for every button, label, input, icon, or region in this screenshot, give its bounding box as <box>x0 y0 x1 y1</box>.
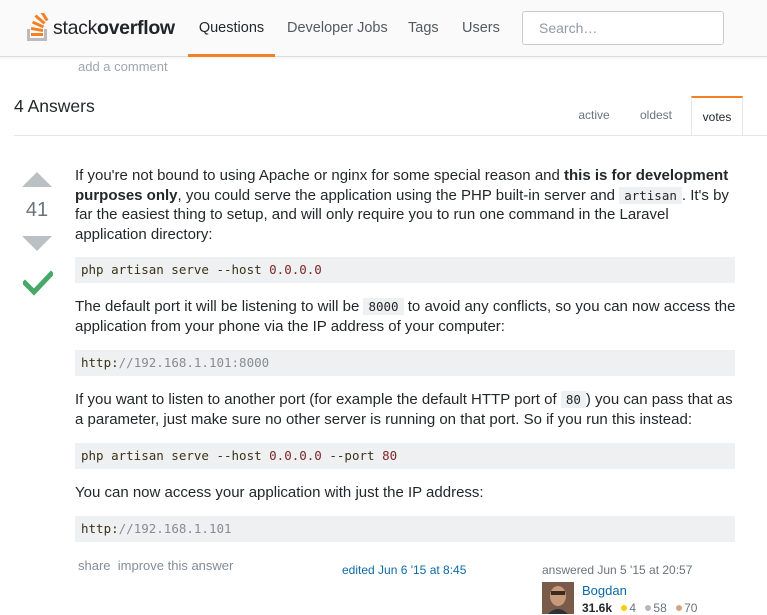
nav-questions[interactable]: Questions <box>188 0 275 57</box>
answer-paragraph-4: You can now access your application with… <box>75 484 484 501</box>
user-reputation: 31.6k 4 58 70 <box>582 601 698 615</box>
avatar[interactable] <box>542 582 574 614</box>
top-bar: stackoverflow Questions Developer Jobs T… <box>0 0 767 57</box>
tab-oldest[interactable]: oldest <box>628 96 684 135</box>
inline-code-80: 80 <box>560 391 586 408</box>
stackoverflow-logo-icon <box>27 13 49 41</box>
answered-timestamp: answered Jun 5 '15 at 20:57 <box>542 563 693 577</box>
header-divider <box>14 135 767 136</box>
vote-up-button[interactable] <box>22 172 52 187</box>
code-block-serve: php artisan serve --host 0.0.0.0 <box>75 257 735 283</box>
share-link[interactable]: share <box>78 558 111 573</box>
code-block-serve-port: php artisan serve --host 0.0.0.0 --port … <box>75 443 735 469</box>
user-name-link[interactable]: Bogdan <box>582 583 627 598</box>
answer-paragraph-3: If you want to listen to another port (f… <box>75 391 733 428</box>
site-logo[interactable]: stackoverflow <box>25 12 175 44</box>
answer-paragraph-2: The default port it will be listening to… <box>75 298 736 335</box>
user-avatar-icon <box>542 582 574 614</box>
edited-timestamp-link[interactable]: edited Jun 6 '15 at 8:45 <box>342 563 466 577</box>
code-block-url: http://192.168.1.101:8000 <box>75 350 735 376</box>
search-input[interactable] <box>522 11 724 45</box>
vote-down-button[interactable] <box>22 236 52 251</box>
tab-votes[interactable]: votes <box>691 96 743 136</box>
add-comment-link[interactable]: add a comment <box>78 59 168 74</box>
tab-active[interactable]: active <box>566 96 622 135</box>
post-menu: share improve this answer <box>78 558 233 573</box>
answers-count-heading: 4 Answers <box>14 96 95 116</box>
improve-answer-link[interactable]: improve this answer <box>118 558 234 573</box>
vote-count: 41 <box>25 199 49 221</box>
answer-paragraph-1: If you're not bound to using Apache or n… <box>75 167 729 243</box>
inline-code-artisan: artisan <box>619 186 682 204</box>
nav-developer-jobs[interactable]: Developer Jobs <box>287 0 388 56</box>
code-block-ip: http://192.168.1.101 <box>75 516 735 542</box>
logo-text: stackoverflow <box>53 16 175 39</box>
nav-users[interactable]: Users <box>462 0 500 56</box>
inline-code-port: 8000 <box>363 298 404 315</box>
accepted-checkmark-icon <box>23 270 53 296</box>
nav-tags[interactable]: Tags <box>408 0 439 56</box>
